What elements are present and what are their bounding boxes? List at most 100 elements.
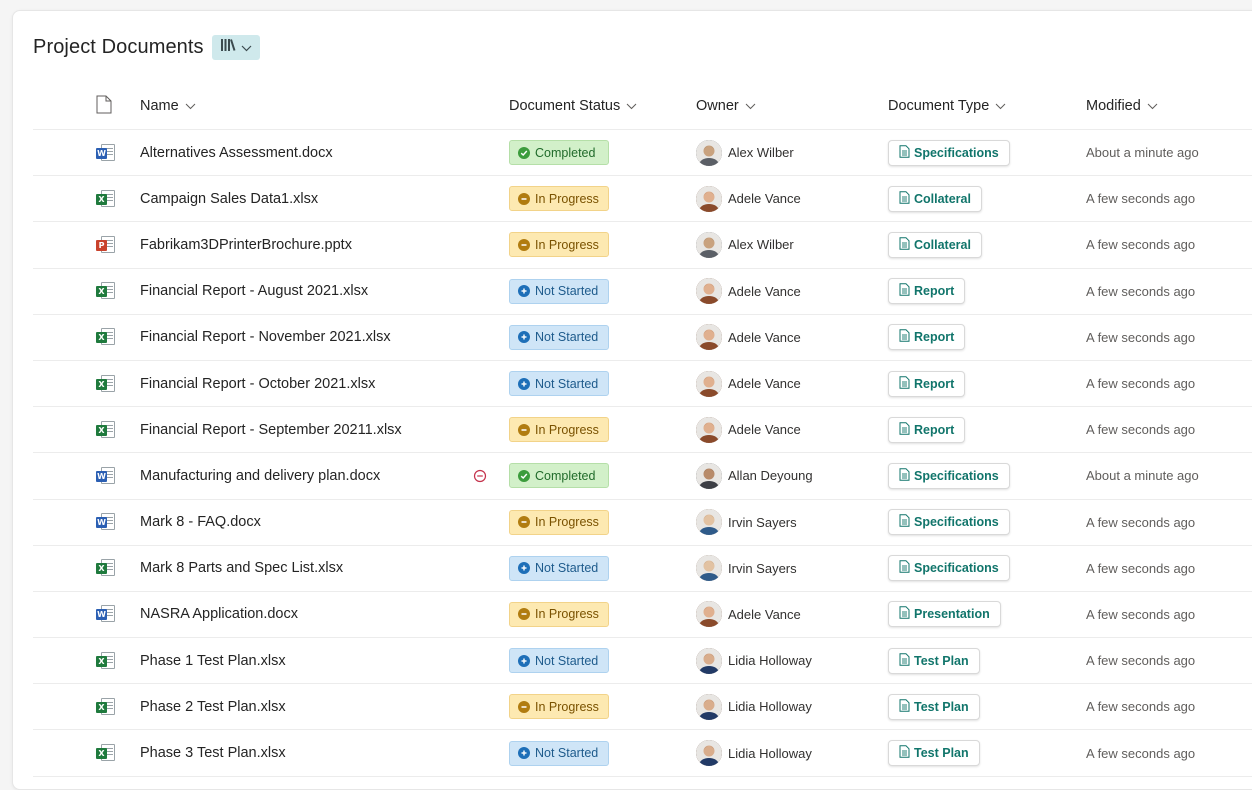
modified-column-header[interactable]: Modified: [1086, 83, 1158, 129]
status-badge[interactable]: Not Started: [509, 740, 609, 766]
file-name-link[interactable]: Phase 2 Test Plan.xlsx: [140, 684, 286, 729]
table-row[interactable]: X Financial Report - November 2021.xlsx No…: [33, 315, 1252, 361]
file-name-link[interactable]: Fabrikam3DPrinterBrochure.pptx: [140, 222, 352, 267]
status-badge[interactable]: Not Started: [509, 324, 609, 350]
file-name-link[interactable]: Mark 8 - FAQ.docx: [140, 500, 261, 545]
required-info-icon[interactable]: [473, 453, 487, 498]
document-type-cell[interactable]: Report: [888, 315, 966, 360]
avatar[interactable]: [696, 231, 722, 258]
status-badge[interactable]: Not Started: [509, 371, 609, 397]
owner-cell[interactable]: Alex Wilber: [696, 222, 794, 267]
table-row[interactable]: W Alternatives Assessment.docx Completed Al…: [33, 130, 1252, 177]
document-type-chip[interactable]: Specifications: [888, 509, 1010, 536]
status-badge[interactable]: Completed: [509, 140, 609, 166]
owner-cell[interactable]: Adele Vance: [696, 269, 801, 314]
document-type-cell[interactable]: Report: [888, 407, 966, 452]
file-name-link[interactable]: Financial Report - October 2021.xlsx: [140, 361, 375, 406]
document-type-chip[interactable]: Specifications: [888, 462, 1010, 489]
avatar[interactable]: [696, 740, 722, 767]
view-switcher-button[interactable]: [211, 35, 260, 60]
document-type-cell[interactable]: Specifications: [888, 546, 1010, 591]
table-row[interactable]: W Manufacturing and delivery plan.docx Com…: [33, 453, 1252, 500]
status-badge[interactable]: In Progress: [509, 694, 609, 720]
table-row[interactable]: X Phase 3 Test Plan.xlsx Not Started Lidia …: [33, 730, 1252, 777]
document-type-cell[interactable]: Collateral: [888, 176, 982, 221]
table-row[interactable]: X Financial Report - October 2021.xlsx Not…: [33, 361, 1252, 408]
status-badge[interactable]: Not Started: [509, 278, 609, 304]
owner-cell[interactable]: Adele Vance: [696, 176, 801, 221]
document-type-chip[interactable]: Report: [888, 416, 966, 443]
document-type-chip[interactable]: Report: [888, 324, 966, 351]
status-badge[interactable]: In Progress: [509, 601, 609, 627]
owner-cell[interactable]: Adele Vance: [696, 592, 801, 637]
status-cell[interactable]: Not Started: [509, 638, 609, 683]
document-type-chip[interactable]: Test Plan: [888, 647, 980, 674]
document-type-cell[interactable]: Collateral: [888, 222, 982, 267]
file-name-link[interactable]: Financial Report - August 2021.xlsx: [140, 269, 368, 314]
table-row[interactable]: X Financial Report - September 20211.xlsx…: [33, 407, 1252, 454]
status-badge[interactable]: Not Started: [509, 555, 609, 581]
status-column-header[interactable]: Document Status: [509, 83, 637, 129]
status-badge[interactable]: Completed: [509, 463, 609, 489]
status-cell[interactable]: Not Started: [509, 269, 609, 314]
document-type-chip[interactable]: Presentation: [888, 601, 1001, 628]
avatar[interactable]: [696, 462, 722, 489]
document-type-cell[interactable]: Specifications: [888, 130, 1010, 175]
table-row[interactable]: W NASRA Application.docx In Progress Adele …: [33, 592, 1252, 639]
type-column-header[interactable]: Document Type: [888, 83, 1006, 129]
owner-column-header[interactable]: Owner: [696, 83, 756, 129]
avatar[interactable]: [696, 693, 722, 720]
document-type-cell[interactable]: Report: [888, 361, 966, 406]
owner-cell[interactable]: Adele Vance: [696, 407, 801, 452]
status-cell[interactable]: In Progress: [509, 407, 609, 452]
avatar[interactable]: [696, 370, 722, 397]
avatar[interactable]: [696, 416, 722, 443]
document-type-chip[interactable]: Test Plan: [888, 693, 980, 720]
avatar[interactable]: [696, 601, 722, 628]
name-column-header[interactable]: Name: [140, 83, 196, 129]
owner-cell[interactable]: Adele Vance: [696, 315, 801, 360]
owner-cell[interactable]: Alex Wilber: [696, 130, 794, 175]
file-type-column-header[interactable]: [96, 83, 112, 129]
status-badge[interactable]: In Progress: [509, 232, 609, 258]
status-cell[interactable]: In Progress: [509, 222, 609, 267]
avatar[interactable]: [696, 185, 722, 212]
owner-cell[interactable]: Lidia Holloway: [696, 684, 812, 729]
document-type-cell[interactable]: Test Plan: [888, 730, 980, 775]
status-cell[interactable]: In Progress: [509, 176, 609, 221]
document-type-cell[interactable]: Report: [888, 269, 966, 314]
status-cell[interactable]: Not Started: [509, 546, 609, 591]
status-cell[interactable]: Completed: [509, 453, 609, 498]
document-type-chip[interactable]: Collateral: [888, 185, 982, 212]
status-cell[interactable]: Not Started: [509, 315, 609, 360]
owner-cell[interactable]: Lidia Holloway: [696, 638, 812, 683]
avatar[interactable]: [696, 509, 722, 536]
status-cell[interactable]: In Progress: [509, 684, 609, 729]
owner-cell[interactable]: Allan Deyoung: [696, 453, 813, 498]
table-row[interactable]: X Campaign Sales Data1.xlsx In Progress Ade…: [33, 176, 1252, 223]
table-row[interactable]: X Mark 8 Parts and Spec List.xlsx Not Star…: [33, 546, 1252, 592]
document-type-cell[interactable]: Specifications: [888, 453, 1010, 498]
status-cell[interactable]: Not Started: [509, 361, 609, 406]
file-name-link[interactable]: Financial Report - September 20211.xlsx: [140, 407, 402, 452]
status-badge[interactable]: In Progress: [509, 417, 609, 443]
table-row[interactable]: X Phase 2 Test Plan.xlsx In Progress Lidia …: [33, 684, 1252, 731]
document-type-chip[interactable]: Collateral: [888, 231, 982, 258]
status-badge[interactable]: In Progress: [509, 509, 609, 535]
avatar[interactable]: [696, 647, 722, 674]
table-row[interactable]: W Mark 8 - FAQ.docx In Progress Irvin Sayer…: [33, 500, 1252, 546]
file-name-link[interactable]: Financial Report - November 2021.xlsx: [140, 315, 391, 360]
file-name-link[interactable]: Phase 1 Test Plan.xlsx: [140, 638, 286, 683]
document-type-chip[interactable]: Report: [888, 278, 966, 305]
file-name-link[interactable]: Campaign Sales Data1.xlsx: [140, 176, 318, 221]
status-cell[interactable]: In Progress: [509, 592, 609, 637]
file-name-link[interactable]: Mark 8 Parts and Spec List.xlsx: [140, 546, 343, 591]
document-type-cell[interactable]: Test Plan: [888, 684, 980, 729]
avatar[interactable]: [696, 139, 722, 166]
document-type-cell[interactable]: Test Plan: [888, 638, 980, 683]
owner-cell[interactable]: Adele Vance: [696, 361, 801, 406]
owner-cell[interactable]: Irvin Sayers: [696, 500, 797, 545]
document-type-cell[interactable]: Specifications: [888, 500, 1010, 545]
file-name-link[interactable]: Alternatives Assessment.docx: [140, 130, 333, 175]
owner-cell[interactable]: Irvin Sayers: [696, 546, 797, 591]
